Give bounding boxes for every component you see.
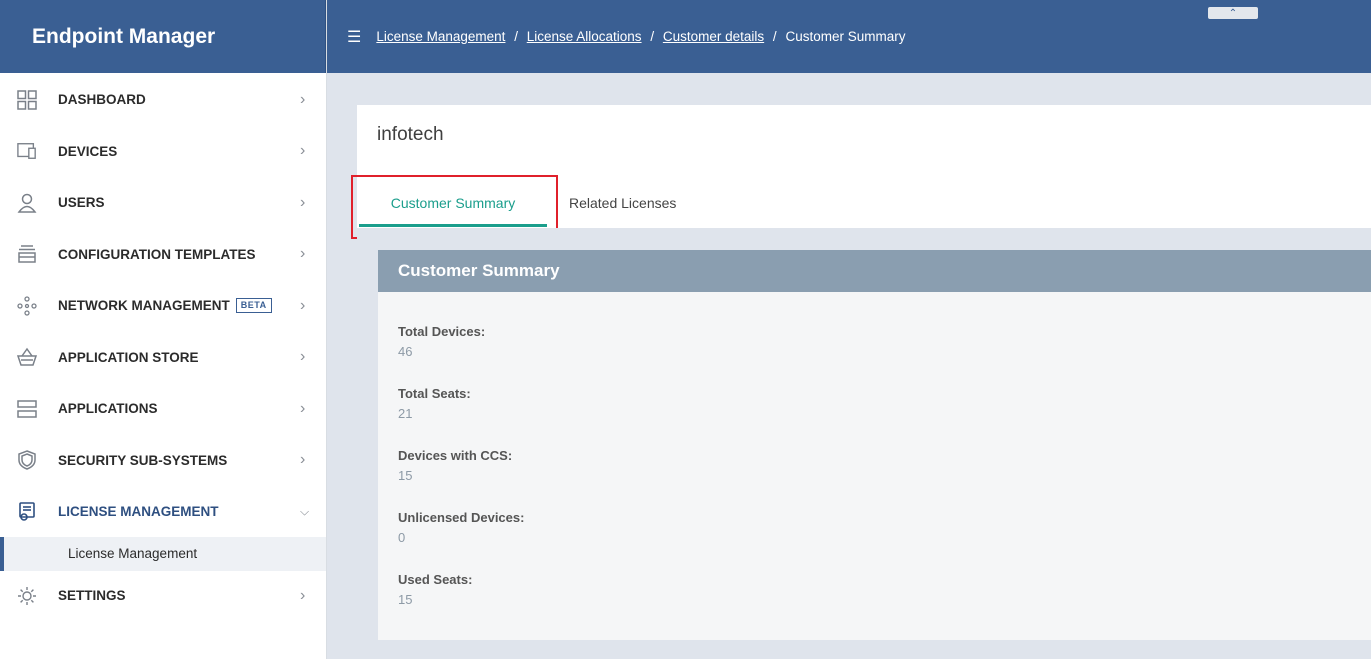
summary-card-title: Customer Summary <box>378 250 1371 292</box>
chevron-right-icon: › <box>300 193 306 211</box>
user-icon <box>17 193 37 213</box>
breadcrumb-current: Customer Summary <box>785 29 906 44</box>
sidebar-subitem-license-management[interactable]: License Management <box>0 536 326 571</box>
applications-icon <box>17 399 37 419</box>
stat-value: 21 <box>398 406 413 421</box>
stat-devices-with-ccs: Devices with CCS: 15 <box>378 448 524 510</box>
breadcrumb-separator: / <box>650 29 655 44</box>
stat-value: 15 <box>398 468 413 483</box>
store-icon <box>17 347 37 367</box>
gear-icon <box>17 586 37 606</box>
breadcrumb-link-license-allocations[interactable]: License Allocations <box>527 29 642 44</box>
breadcrumb-link-license-management[interactable]: License Management <box>376 29 505 44</box>
sidebar: Endpoint Manager DASHBOARD › DEVICES › U… <box>0 0 327 659</box>
sidebar-item-license-management[interactable]: LICENSE MANAGEMENT ⌵ <box>0 486 326 538</box>
sidebar-item-users[interactable]: USERS › <box>0 177 326 229</box>
tab-content: Customer Summary Total Devices: 46 Total… <box>357 228 1371 659</box>
stat-value: 46 <box>398 344 413 359</box>
stat-total-seats: Total Seats: 21 <box>378 386 524 448</box>
sidebar-item-label: APPLICATION STORE <box>58 349 199 365</box>
chevron-up-icon: ⌃ <box>1228 7 1238 19</box>
stat-value: 0 <box>398 530 406 545</box>
breadcrumb-separator: / <box>514 29 518 44</box>
sidebar-item-label: DASHBOARD <box>58 92 146 108</box>
breadcrumb-separator: / <box>772 29 777 44</box>
tab-bar: Customer Summary Related Licenses <box>351 175 1371 239</box>
sidebar-item-label: LICENSE MANAGEMENT <box>58 504 219 520</box>
stat-label: Unlicensed Devices: <box>398 510 525 525</box>
sidebar-item-settings[interactable]: SETTINGS › <box>0 571 326 621</box>
chevron-right-icon: › <box>300 296 306 314</box>
sidebar-item-label: CONFIGURATION TEMPLATES <box>58 246 256 262</box>
network-icon <box>17 296 37 316</box>
sidebar-item-devices[interactable]: DEVICES › <box>0 126 326 178</box>
chevron-right-icon: › <box>300 399 306 417</box>
chevron-down-icon: ⌵ <box>300 504 310 519</box>
sidebar-item-configuration-templates[interactable]: CONFIGURATION TEMPLATES › <box>0 229 326 281</box>
chevron-right-icon: › <box>300 245 306 263</box>
sidebar-item-label: USERS <box>58 195 105 211</box>
stat-label: Total Devices: <box>398 324 486 339</box>
main-content: infotech Customer Summary Related Licens… <box>327 73 1371 659</box>
app-title: Endpoint Manager <box>0 0 326 73</box>
collapse-header-button[interactable]: ⌃ <box>1208 7 1258 19</box>
templates-icon <box>17 244 37 264</box>
dashboard-icon <box>17 90 37 110</box>
chevron-right-icon: › <box>300 348 306 366</box>
sidebar-item-label: APPLICATIONS <box>58 401 158 417</box>
sidebar-item-label: SECURITY SUB-SYSTEMS <box>58 452 228 468</box>
breadcrumb: License Management / License Allocations… <box>376 29 905 44</box>
sidebar-item-security-sub-systems[interactable]: SECURITY SUB-SYSTEMS › <box>0 435 326 487</box>
sidebar-item-dashboard[interactable]: DASHBOARD › <box>0 74 326 126</box>
customer-panel: infotech Customer Summary Related Licens… <box>351 105 1371 659</box>
sidebar-item-label: DEVICES <box>58 143 118 159</box>
sidebar-item-label: SETTINGS <box>58 588 126 603</box>
beta-badge: BETA <box>235 298 272 314</box>
sidebar-item-network-management[interactable]: NETWORK MANAGEMENT BETA › <box>0 280 326 332</box>
breadcrumb-link-customer-details[interactable]: Customer details <box>663 29 764 44</box>
sidebar-item-label: NETWORK MANAGEMENT <box>58 298 230 314</box>
sidebar-item-applications[interactable]: APPLICATIONS › <box>0 383 326 435</box>
license-icon <box>17 501 37 522</box>
shield-icon <box>17 450 37 471</box>
page-title: infotech <box>377 124 444 145</box>
stat-used-seats: Used Seats: 15 <box>378 572 524 634</box>
sidebar-item-application-store[interactable]: APPLICATION STORE › <box>0 332 326 384</box>
stat-label: Devices with CCS: <box>398 448 513 463</box>
hamburger-menu-icon[interactable]: ☰ <box>347 27 361 47</box>
chevron-right-icon: › <box>300 451 306 469</box>
chevron-right-icon: › <box>300 586 306 604</box>
stat-value: 15 <box>398 592 413 607</box>
tab-label: Related Licenses <box>569 195 677 211</box>
chevron-right-icon: › <box>300 142 306 160</box>
summary-stats: Total Devices: 46 Total Seats: 21 Device… <box>378 324 524 634</box>
chevron-right-icon: › <box>300 90 306 108</box>
tab-customer-summary[interactable]: Customer Summary <box>351 175 558 239</box>
stat-label: Used Seats: <box>398 572 473 587</box>
stat-unlicensed-devices: Unlicensed Devices: 0 <box>378 510 524 572</box>
devices-icon <box>17 141 37 161</box>
tab-related-licenses[interactable]: Related Licenses <box>569 178 676 228</box>
summary-card: Customer Summary Total Devices: 46 Total… <box>378 250 1371 640</box>
stat-label: Total Seats: <box>398 386 471 401</box>
stat-total-devices: Total Devices: 46 <box>378 324 524 386</box>
top-bar: ☰ License Management / License Allocatio… <box>327 0 1371 73</box>
